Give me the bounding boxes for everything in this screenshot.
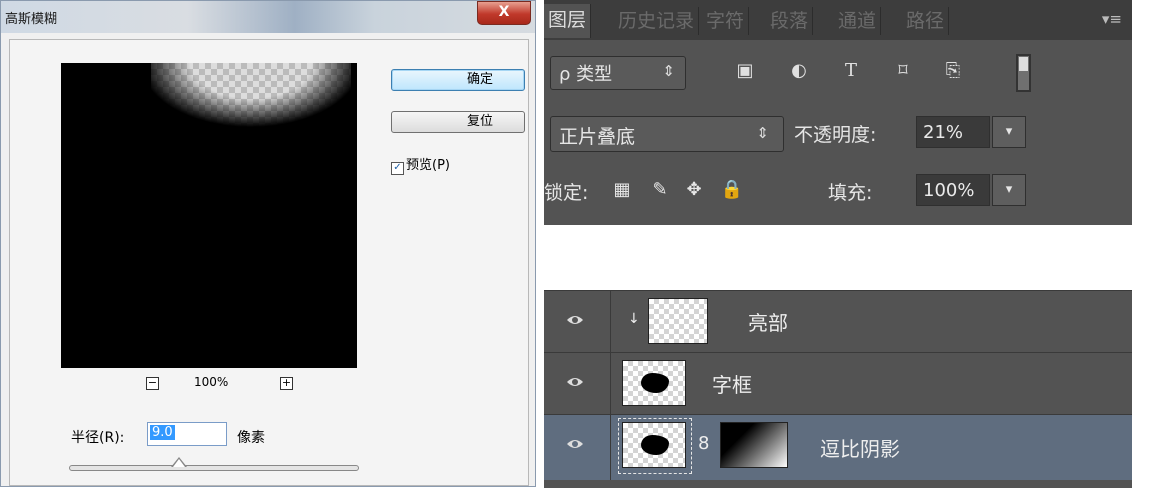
layer-row-highlights[interactable]: ↓ 亮部 — [544, 290, 1132, 352]
tab-channels[interactable]: 通道 — [834, 7, 882, 35]
tab-character[interactable]: 字符 — [702, 7, 750, 35]
filter-toggle-switch[interactable] — [1016, 54, 1031, 92]
zoom-controls: − 100% + — [146, 375, 306, 395]
radius-label: 半径(R): — [71, 430, 125, 446]
radius-unit: 像素 — [237, 430, 265, 446]
layer-row-text-frame[interactable]: 字框 — [544, 352, 1132, 414]
preview-checker-pattern — [151, 63, 351, 143]
type-filter-icon[interactable]: T — [840, 60, 862, 82]
blend-mode-dropdown[interactable]: 正片叠底 ⇕ — [550, 116, 784, 152]
tab-paths[interactable]: 路径 — [902, 7, 950, 35]
preview-checkbox[interactable]: ✓ 预览(P) — [391, 154, 450, 175]
reset-button-label: 复位 — [466, 114, 493, 129]
layers-list: ↓ 亮部 字框 8 逗比阴影 — [544, 290, 1132, 488]
tab-history[interactable]: 历史记录 — [614, 7, 700, 35]
layer-thumbnail — [622, 422, 686, 468]
fill-label: 填充: — [828, 182, 873, 204]
blur-preview[interactable] — [61, 63, 357, 368]
thumbnail-shape — [641, 435, 669, 455]
lock-transparent-pixels-icon[interactable]: ▦ — [610, 178, 634, 202]
radius-value: 9.0 — [150, 425, 175, 440]
lock-position-icon[interactable]: ✥ — [682, 178, 706, 202]
gaussian-blur-dialog: 高斯模糊 X − 100% + 确定 复位 ✓ 预览(P) 半径(R): 9.0 … — [0, 0, 536, 487]
panel-menu-icon[interactable]: ▾≡ — [1102, 10, 1122, 28]
tab-layers[interactable]: 图层 — [544, 4, 592, 38]
thumbnail-shape — [641, 373, 669, 393]
layer-name[interactable]: 亮部 — [748, 307, 788, 336]
checkbox-check-icon[interactable]: ✓ — [391, 162, 404, 175]
radius-slider-track[interactable] — [69, 465, 359, 471]
link-icon[interactable]: 8 — [698, 433, 709, 454]
lock-image-pixels-icon[interactable]: ✎ — [648, 178, 672, 202]
lock-all-icon[interactable]: 🔒 — [720, 178, 744, 202]
dialog-title-bar[interactable]: 高斯模糊 X — [1, 1, 535, 33]
blend-row: 正片叠底 ⇕ 不透明度: 21% ▾ — [544, 112, 1132, 154]
shape-filter-icon[interactable]: ⌑ — [892, 60, 914, 82]
filter-type-label: ρ 类型 — [559, 64, 613, 85]
filter-arrows-icon: ⇕ — [662, 62, 675, 80]
visibility-column — [544, 415, 611, 480]
radius-slider-thumb[interactable] — [171, 457, 187, 467]
opacity-input[interactable]: 21% — [916, 116, 990, 148]
zoom-out-button[interactable]: − — [146, 377, 159, 390]
filter-row: ρ 类型 ⇕ ▣ ◐ T ⌑ ⎘ — [544, 50, 1132, 94]
blend-mode-label: 正片叠底 — [559, 126, 636, 148]
preview-checkbox-label: 预览(P) — [406, 158, 450, 173]
visibility-column — [544, 353, 611, 414]
eye-icon[interactable] — [566, 313, 584, 327]
opacity-dropdown-button[interactable]: ▾ — [992, 116, 1026, 148]
tab-paragraph[interactable]: 段落 — [766, 7, 814, 35]
fill-dropdown-button[interactable]: ▾ — [992, 174, 1026, 206]
layer-row-shadow[interactable]: 8 逗比阴影 — [544, 414, 1132, 480]
layer-mask-thumbnail[interactable] — [720, 422, 788, 468]
visibility-column — [544, 291, 611, 352]
lock-row: 锁定: ▦ ✎ ✥ 🔒 填充: 100% ▾ — [544, 170, 1132, 212]
radius-input[interactable]: 9.0 — [147, 422, 227, 446]
zoom-in-button[interactable]: + — [280, 377, 293, 390]
close-button[interactable]: X — [477, 1, 531, 25]
reset-button[interactable]: 复位 — [391, 111, 525, 133]
image-filter-icon[interactable]: ▣ — [734, 60, 756, 82]
layer-thumbnail — [622, 360, 686, 406]
layer-thumbnail — [648, 298, 708, 344]
zoom-level: 100% — [194, 375, 229, 389]
clipping-arrow-icon: ↓ — [628, 311, 640, 327]
layer-name[interactable]: 逗比阴影 — [820, 433, 900, 462]
filter-type-dropdown[interactable]: ρ 类型 ⇕ — [550, 56, 686, 90]
ok-button[interactable]: 确定 — [391, 69, 525, 91]
eye-icon[interactable] — [566, 437, 584, 451]
dialog-title: 高斯模糊 — [5, 12, 58, 27]
opacity-label: 不透明度: — [794, 124, 877, 146]
eye-icon[interactable] — [566, 375, 584, 389]
layers-panel-options: 图层 历史记录 字符 段落 通道 路径 ▾≡ ρ 类型 ⇕ ▣ ◐ T ⌑ ⎘ … — [544, 0, 1132, 225]
panel-tabs: 图层 历史记录 字符 段落 通道 路径 ▾≡ — [544, 0, 1132, 40]
fill-input[interactable]: 100% — [916, 174, 990, 206]
blend-arrows-icon: ⇕ — [756, 124, 769, 142]
layer-name[interactable]: 字框 — [712, 369, 752, 398]
ok-button-label: 确定 — [466, 72, 493, 87]
smart-object-filter-icon[interactable]: ⎘ — [942, 60, 964, 82]
adjustment-filter-icon[interactable]: ◐ — [788, 60, 810, 82]
lock-label: 锁定: — [544, 182, 589, 204]
